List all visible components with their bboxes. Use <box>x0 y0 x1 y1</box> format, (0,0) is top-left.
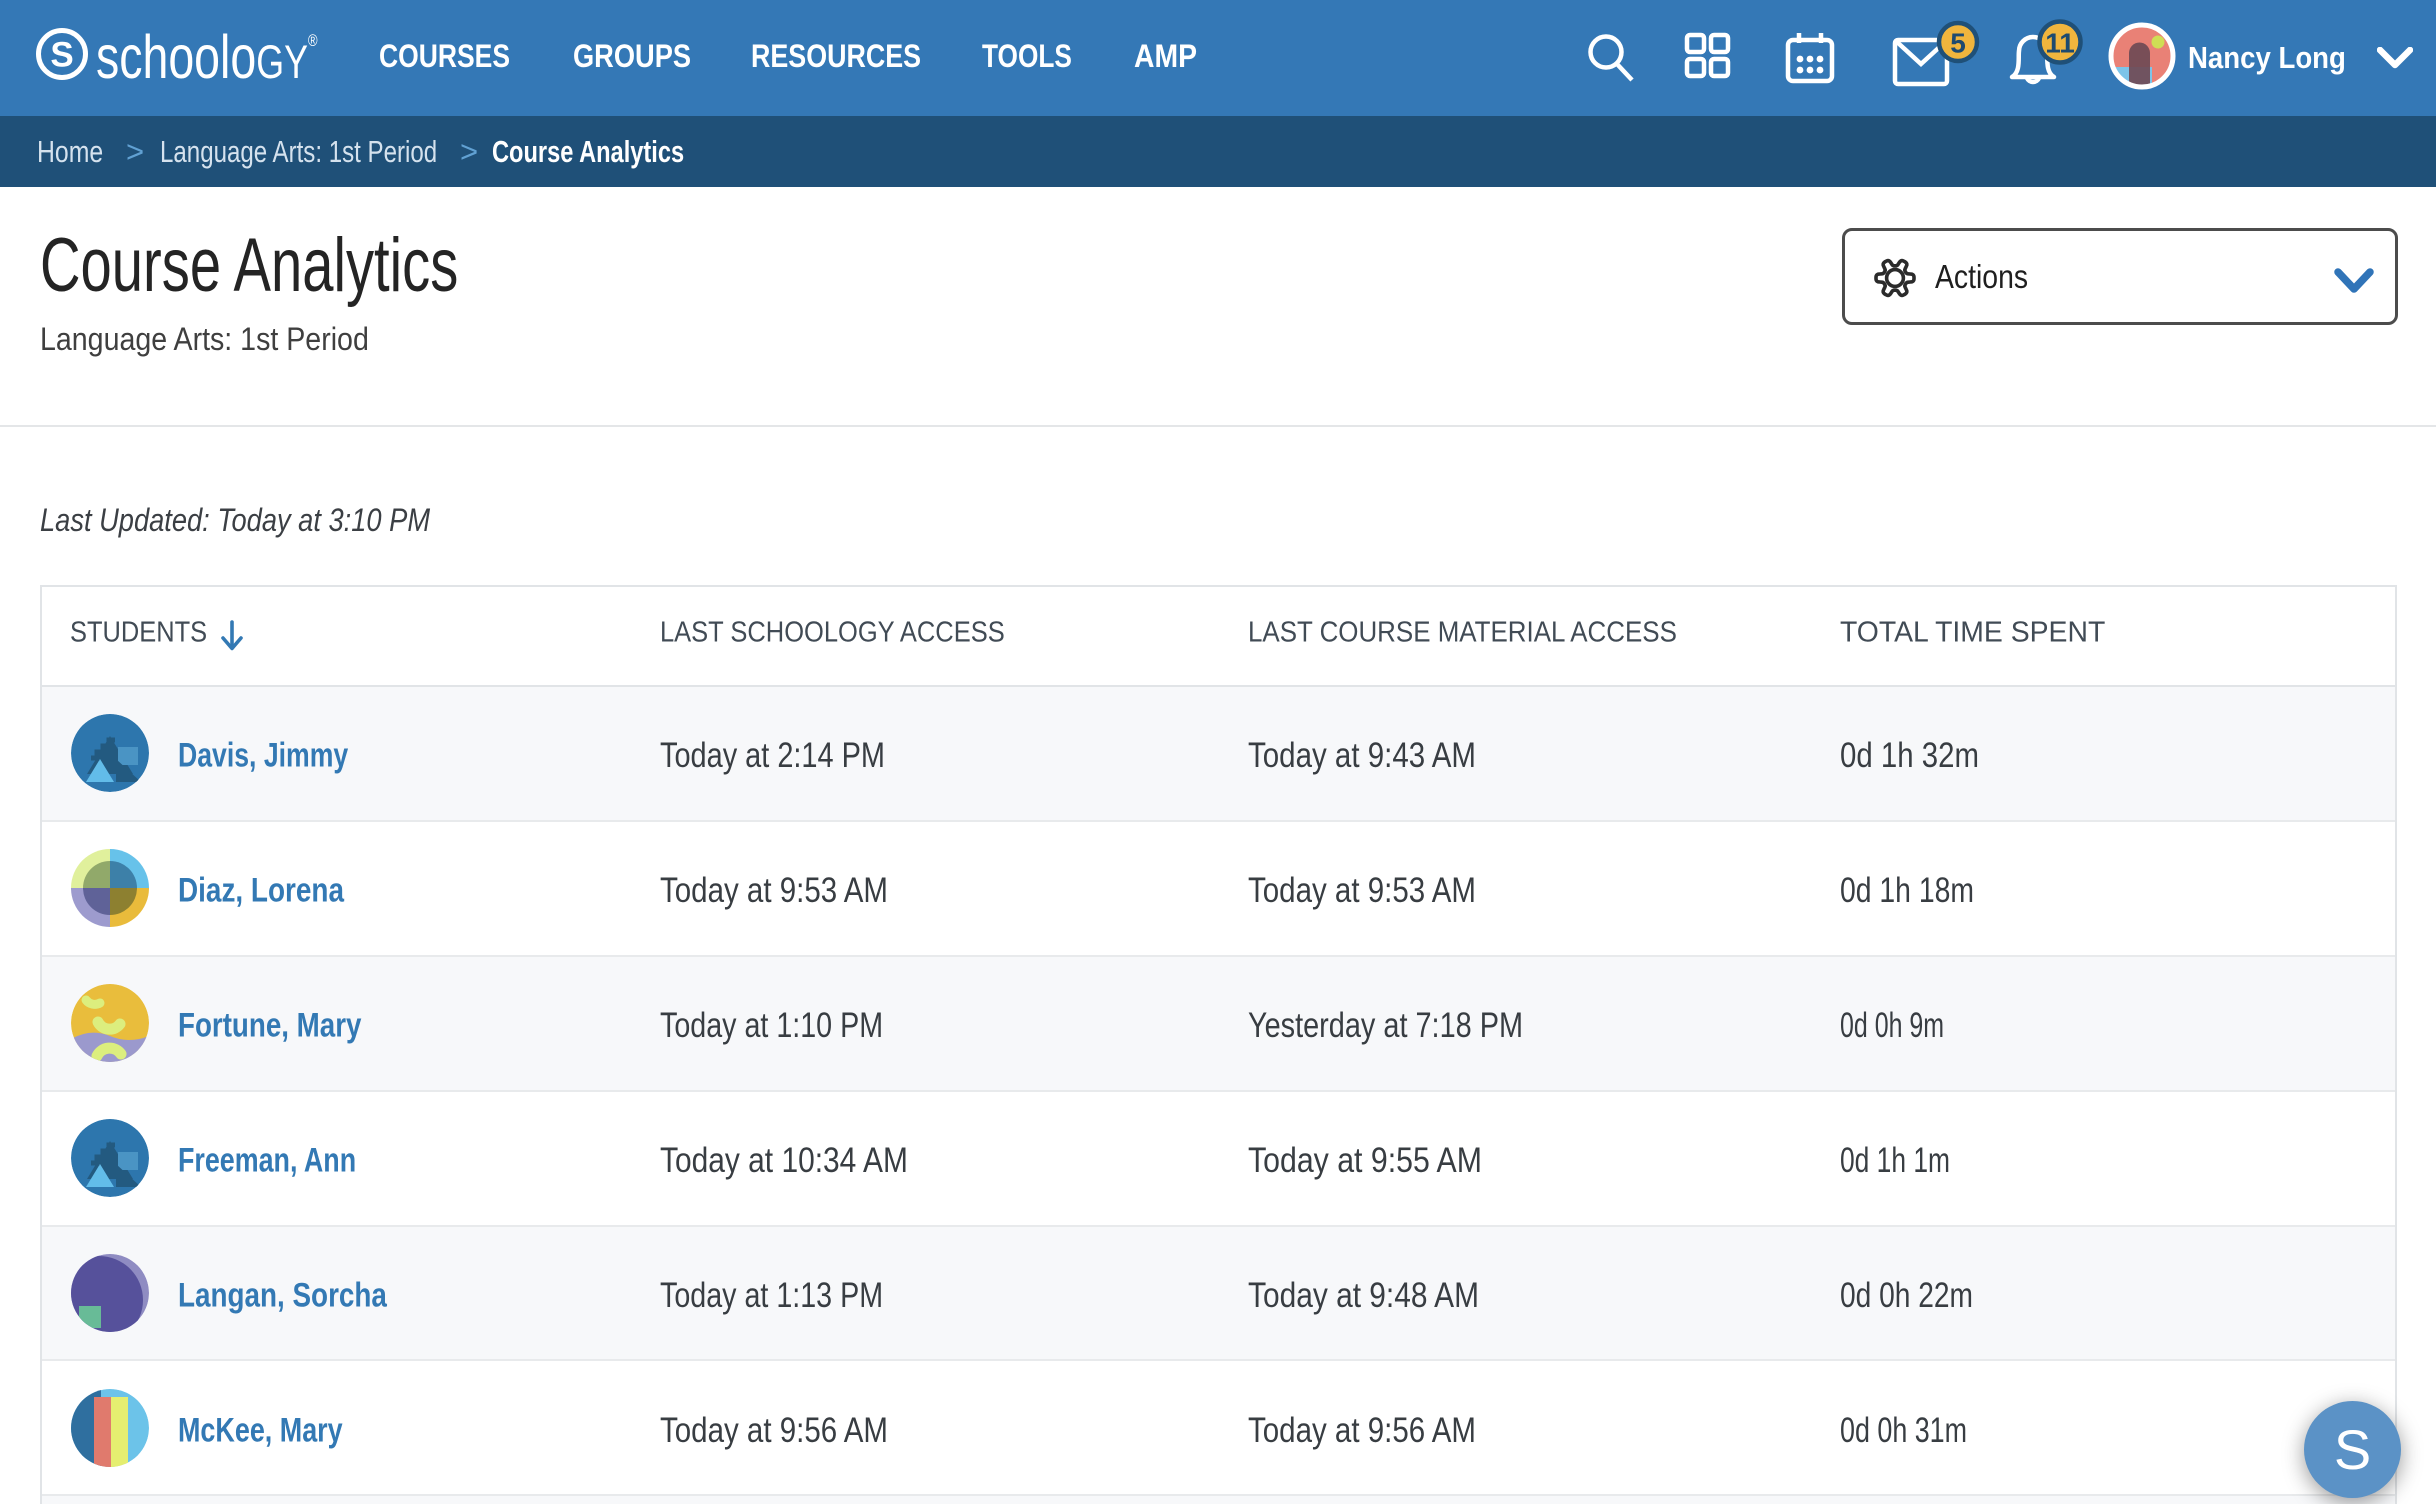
svg-text:11: 11 <box>2045 28 2075 59</box>
svg-text:S: S <box>50 36 73 75</box>
svg-text:5: 5 <box>1950 28 1966 59</box>
